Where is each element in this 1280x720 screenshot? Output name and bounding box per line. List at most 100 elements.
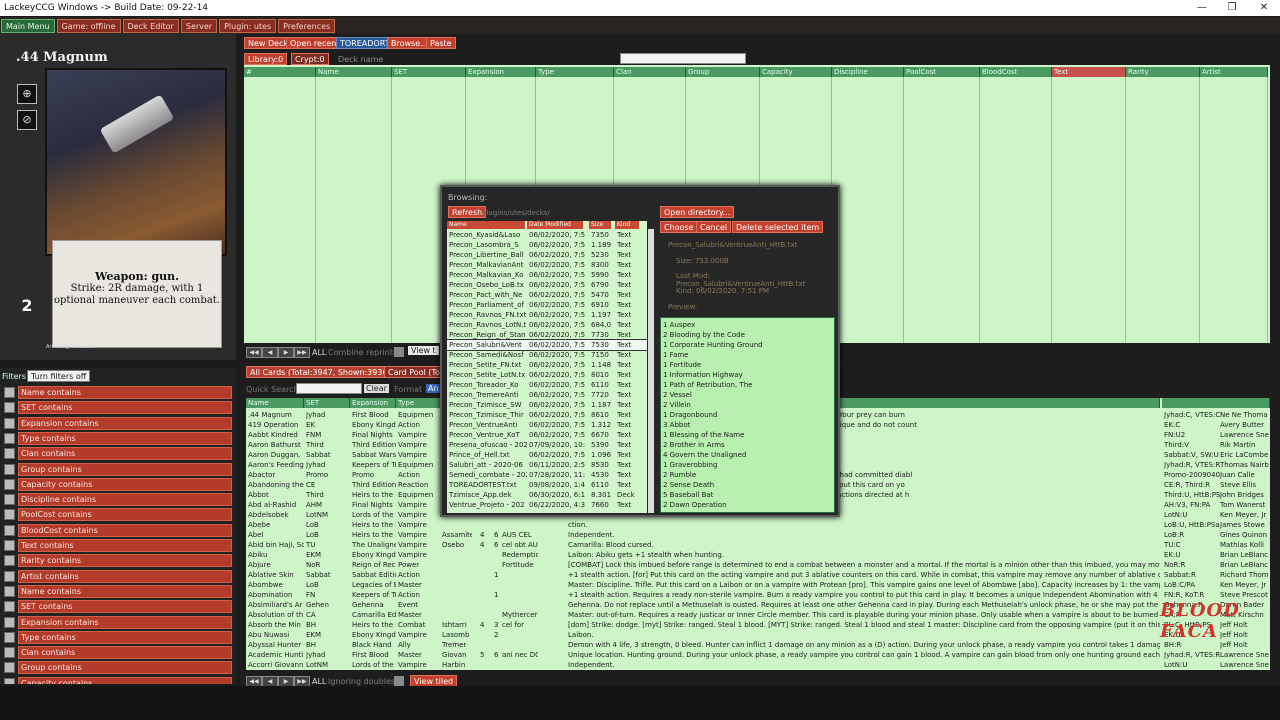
game-tab[interactable]: Game: offline <box>56 18 121 33</box>
first-page-icon[interactable]: ◀◀ <box>246 347 262 358</box>
filter-row[interactable]: Capacity contains <box>2 477 232 491</box>
file-row[interactable]: Salubri_att - 2020-06 06/11/2020, 2:5 8530… <box>447 460 647 470</box>
recent-deck-button[interactable]: TOREADORT <box>336 37 394 49</box>
card-row[interactable]: Abomination FN Keepers of TradiAction +1 st… <box>246 590 1270 600</box>
file-column-header[interactable]: Kind <box>615 221 639 229</box>
filter-row[interactable]: Name contains <box>2 386 232 399</box>
file-list[interactable]: Name Date Modified Size Kind Precon_Kyasid&L… <box>447 221 647 513</box>
filter-label[interactable]: Type contains <box>18 431 232 445</box>
filter-checkbox[interactable] <box>4 585 15 597</box>
file-row[interactable]: Precon_VentrueAnti 06/02/2020, 7:5 1.312 Te… <box>447 420 647 430</box>
close-button[interactable]: ✕ <box>1248 0 1280 16</box>
prev-icon[interactable]: ◀ <box>262 347 278 358</box>
file-row[interactable]: Tzimisce_App.dek 06/30/2020, 6:1 8.301 Deck <box>447 490 647 500</box>
filter-label[interactable]: SET contains <box>18 401 232 415</box>
filter-label[interactable]: SET contains <box>18 600 232 614</box>
deck-column-header[interactable]: # <box>244 67 316 77</box>
card-row[interactable]: Absimiliard's Ar Gehen Gehenna Event Gehenna… <box>246 600 1270 610</box>
card-row[interactable]: Abombwe LoB Legacies of BloodMaster Master:… <box>246 580 1270 590</box>
filter-checkbox[interactable] <box>4 662 15 674</box>
deck-column-header[interactable]: Rarity <box>1126 67 1200 77</box>
quick-search-input[interactable] <box>296 383 362 394</box>
card-row[interactable]: Abjure NoR Reign of ReckoniPower [COMBAT] L… <box>246 560 1270 570</box>
card-pool-tab[interactable]: Card Pool (Tot <box>384 366 448 378</box>
file-row[interactable]: Precon_Libertine_Ball 06/02/2020, 7:5 5230… <box>447 250 647 260</box>
filter-label[interactable]: Discipline contains <box>18 493 232 507</box>
filter-row[interactable]: Type contains <box>2 630 232 644</box>
filter-checkbox[interactable] <box>4 616 15 628</box>
last-page-icon[interactable]: ▶▶ <box>294 347 310 358</box>
pool-column-header[interactable] <box>1162 398 1270 408</box>
file-row[interactable]: Prince_of_Hell.txt 06/02/2020, 7:5 1.096 Te… <box>447 450 647 460</box>
card-row[interactable]: Ablative Skin Sabbat Sabbat EditionAction +… <box>246 570 1270 580</box>
deck-column-header[interactable]: Group <box>686 67 760 77</box>
card-row[interactable]: Abid bin Haji, ScTU The UnalignedVampire C… <box>246 540 1270 550</box>
refresh-button[interactable]: Refresh <box>448 206 487 218</box>
filter-row[interactable]: Group contains <box>2 661 232 675</box>
filter-row[interactable]: Artist contains <box>2 569 232 583</box>
maximize-button[interactable]: ❐ <box>1216 0 1248 16</box>
deck-editor-tab[interactable]: Deck Editor <box>122 18 179 33</box>
filter-row[interactable]: Clan contains <box>2 447 232 461</box>
file-column-header[interactable]: Size <box>589 221 611 229</box>
filter-label[interactable]: Rarity contains <box>18 554 232 568</box>
filter-checkbox[interactable] <box>4 524 15 536</box>
card-row[interactable]: Absorb the Min BH Heirs to the BlooCombat [… <box>246 620 1270 630</box>
filter-row[interactable]: PoolCost contains <box>2 508 232 522</box>
deck-column-header[interactable]: Clan <box>614 67 686 77</box>
delete-selected-button[interactable]: Delete selected item <box>732 221 824 233</box>
filter-label[interactable]: Capacity contains <box>18 477 232 491</box>
filter-label[interactable]: Artist contains <box>18 569 232 583</box>
filter-label[interactable]: Type contains <box>18 630 232 644</box>
pool-column-header[interactable]: SET <box>304 398 350 408</box>
filter-row[interactable]: Text contains <box>2 539 232 552</box>
file-row[interactable]: Precon_Setite_LotN.tx 06/02/2020, 7:5 8010… <box>447 370 647 380</box>
file-row[interactable]: Precon_MalkavianAnt 06/02/2020, 7:5 8300 Te… <box>447 260 647 270</box>
file-row[interactable]: Precon_Pact_with_Ne 06/02/2020, 7:5 5470 Te… <box>447 290 647 300</box>
filter-label[interactable]: Group contains <box>18 462 232 476</box>
filter-row[interactable]: SET contains <box>2 401 232 415</box>
filter-row[interactable]: SET contains <box>2 600 232 614</box>
file-row[interactable]: Precon_Tzimisce_SW 06/02/2020, 7:5 1.187 Te… <box>447 400 647 410</box>
filter-row[interactable]: Name contains <box>2 584 232 598</box>
deck-column-header[interactable]: Discipline <box>832 67 904 77</box>
clear-button[interactable]: Clear <box>364 384 389 393</box>
deck-column-header[interactable]: Expansion <box>466 67 536 77</box>
filter-checkbox[interactable] <box>4 463 15 475</box>
filter-checkbox[interactable] <box>4 631 15 643</box>
filter-checkbox[interactable] <box>4 540 15 551</box>
deck-column-header[interactable]: BloodCost <box>980 67 1052 77</box>
format-select[interactable]: An <box>426 384 441 393</box>
minimize-button[interactable]: — <box>1186 0 1218 16</box>
file-row[interactable]: Ventrue_Projeto - 202 06/22/2020, 4:3 7660… <box>447 500 647 510</box>
library-tab[interactable]: Library:0 <box>244 53 288 65</box>
filter-label[interactable]: Text contains <box>18 539 232 552</box>
filter-row[interactable]: Discipline contains <box>2 493 232 507</box>
filter-checkbox[interactable] <box>4 478 15 490</box>
server-tab[interactable]: Server <box>180 18 218 33</box>
paste-button[interactable]: Paste <box>426 37 456 49</box>
deck-column-header[interactable]: Artist <box>1200 67 1268 77</box>
filter-checkbox[interactable] <box>4 509 15 521</box>
ignoring-doubles-checkbox[interactable] <box>394 676 404 686</box>
deck-column-header[interactable]: Capacity <box>760 67 832 77</box>
card-row[interactable]: Abyssal Hunter BH Black Hand Ally Demon with… <box>246 640 1270 650</box>
pool-column-header[interactable] <box>838 398 1160 408</box>
filter-checkbox[interactable] <box>4 387 15 398</box>
filter-label[interactable]: Capacity contains <box>18 676 232 684</box>
filter-label[interactable]: Expansion contains <box>18 615 232 629</box>
filter-checkbox[interactable] <box>4 448 15 460</box>
card-row[interactable]: Accorri GiovannLotNM Lords of the NighVam… <box>246 660 1270 670</box>
file-row[interactable]: Precon_Parliament_of 06/02/2020, 7:5 6910 T… <box>447 300 647 310</box>
filter-label[interactable]: Expansion contains <box>18 416 232 430</box>
pool-column-header[interactable]: Type <box>396 398 442 408</box>
file-row[interactable]: Precon_Reign_of_Stan 06/02/2020, 7:5 7730 T… <box>447 330 647 340</box>
preferences-tab[interactable]: Preferences <box>278 18 336 33</box>
file-row[interactable]: Precon_Kyasid&Laso 06/02/2020, 7:5 7350 Tex… <box>447 230 647 240</box>
all-button[interactable]: ALL <box>312 348 326 357</box>
card-row[interactable]: Abel LoB Heirs to the BlooVampire Independe… <box>246 530 1270 540</box>
file-row[interactable]: Presena_ofuscao - 202 07/09/2020, 10: 5390… <box>447 440 647 450</box>
deck-column-header[interactable]: SET <box>392 67 466 77</box>
file-row[interactable]: Precon_TremereAnti 06/02/2020, 7:5 7720 Tex… <box>447 390 647 400</box>
filter-label[interactable]: PoolCost contains <box>18 508 232 522</box>
